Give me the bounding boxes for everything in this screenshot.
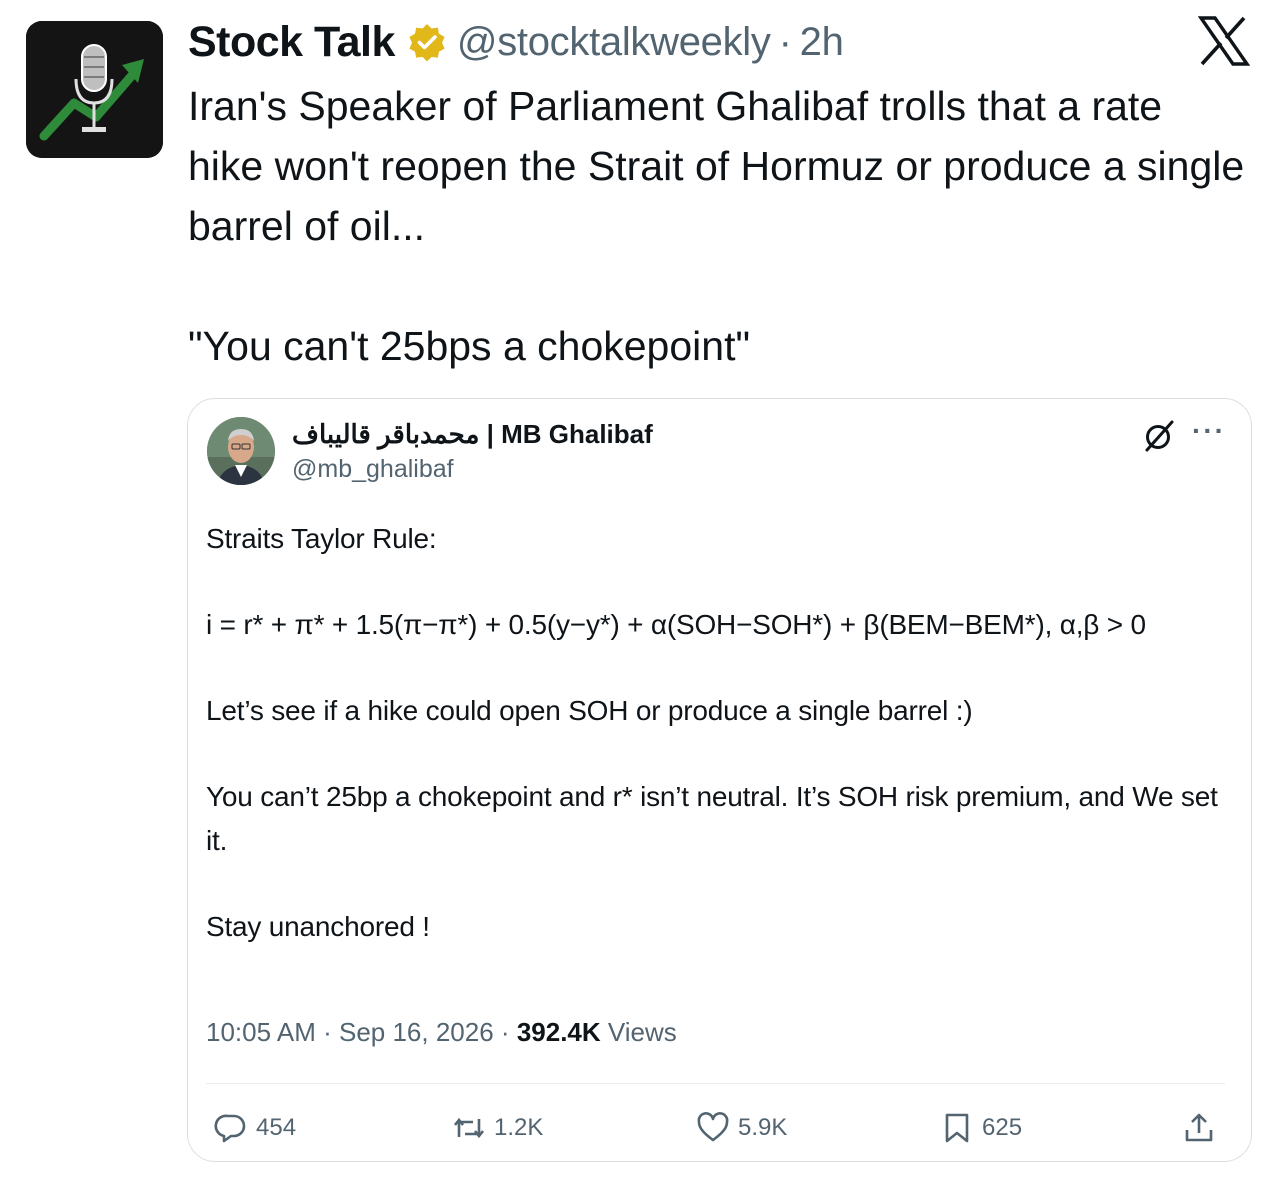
bookmark-count: 625 [982, 1114, 1023, 1141]
share-icon [1185, 1113, 1213, 1142]
microphone-chart-logo [26, 21, 163, 158]
bookmark-icon [945, 1113, 969, 1143]
like-button[interactable]: 5.9K [696, 1105, 787, 1151]
like-count: 5.9K [738, 1114, 788, 1141]
repost-button[interactable]: 1.2K [452, 1105, 543, 1151]
tweet-text-main: Iran's Speaker of Parliament Ghalibaf tr… [188, 83, 1245, 249]
quoted-avatar[interactable] [207, 417, 275, 485]
quoted-formula: i = r* + π* + 1.5(π−π*) + 0.5(y−y*) + α(… [206, 609, 1146, 640]
views-label: Views [607, 1017, 677, 1047]
quoted-heading: Straits Taylor Rule: [206, 523, 437, 554]
quoted-line4: Stay unanchored ! [206, 911, 430, 942]
views-count: 392.4K [516, 1017, 601, 1047]
tweet-header: Stock Talk @stocktalkweekly · 2h [188, 16, 844, 68]
quoted-line2: Let’s see if a hike could open SOH or pr… [206, 695, 973, 726]
meta-separator: · [323, 1017, 339, 1047]
grok-icon[interactable] [1142, 419, 1176, 453]
quoted-tweet-text: Straits Taylor Rule: i = r* + π* + 1.5(π… [206, 517, 1226, 991]
reply-count: 454 [256, 1114, 297, 1141]
share-button[interactable] [1182, 1105, 1224, 1151]
bookmark-button[interactable]: 625 [940, 1105, 1022, 1151]
separator-dot: · [778, 19, 792, 64]
reply-icon [214, 1114, 246, 1143]
quoted-date[interactable]: Sep 16, 2026 [339, 1017, 494, 1047]
repost-icon [453, 1117, 485, 1139]
author-handle[interactable]: @stocktalkweekly [457, 20, 771, 65]
repost-count: 1.2K [494, 1114, 544, 1141]
quoted-line3: You can’t 25bp a chokepoint and r* isn’t… [206, 781, 1218, 856]
more-icon[interactable]: ··· [1192, 415, 1226, 447]
author-name[interactable]: Stock Talk [188, 18, 395, 67]
x-logo [1198, 16, 1250, 66]
divider [206, 1083, 1225, 1084]
quoted-meta: 10:05 AM · Sep 16, 2026 · 392.4K Views [206, 1017, 677, 1048]
tweet-timestamp[interactable]: 2h [800, 20, 844, 65]
action-bar: 454 1.2K 5.9K 625 [188, 1105, 1251, 1151]
tweet-text: Iran's Speaker of Parliament Ghalibaf tr… [188, 76, 1248, 376]
verified-badge-icon [409, 24, 445, 62]
meta-separator: · [500, 1017, 517, 1047]
quoted-time[interactable]: 10:05 AM [206, 1017, 316, 1047]
quoted-tweet-card[interactable]: محمدباقر قالیباف | MB Ghalibaf @mb_ghali… [187, 398, 1252, 1162]
reply-button[interactable]: 454 [214, 1105, 296, 1151]
author-avatar[interactable] [26, 21, 163, 158]
quoted-handle[interactable]: @mb_ghalibaf [292, 455, 454, 484]
tweet-text-quote: "You can't 25bps a chokepoint" [188, 323, 751, 369]
profile-photo [207, 417, 275, 485]
quoted-display-name[interactable]: محمدباقر قالیباف | MB Ghalibaf [292, 419, 653, 450]
quoted-name-row: محمدباقر قالیباف | MB Ghalibaf [292, 417, 653, 451]
like-icon [697, 1112, 729, 1142]
